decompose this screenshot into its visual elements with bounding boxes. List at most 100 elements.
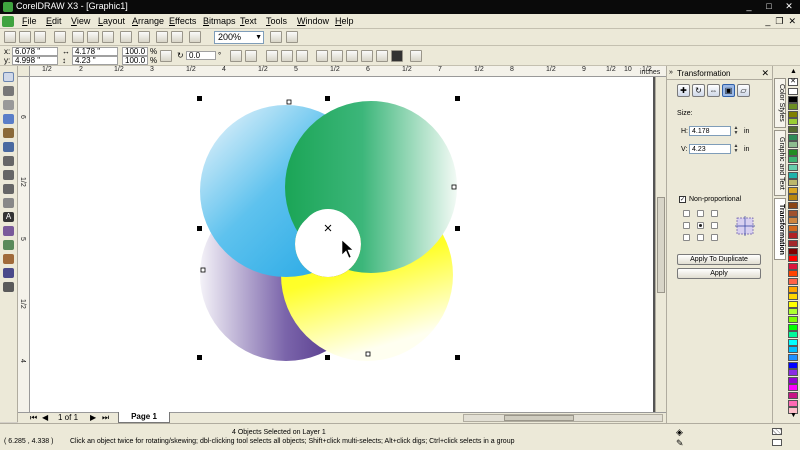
ruler-origin[interactable] [18,66,30,77]
outline-tool-icon[interactable] [3,254,14,264]
menu-tools[interactable]: Tools [266,16,287,26]
menu-window[interactable]: Window [297,16,329,26]
size-h-stepper[interactable]: ▲ ▼ [732,126,740,136]
menu-text[interactable]: Text [240,16,257,26]
selection-handle[interactable] [455,226,460,231]
horizontal-ruler[interactable]: 1/2 2 1/2 3 1/2 4 1/2 5 1/2 6 1/2 7 1/2 … [30,66,666,77]
fill-swatch[interactable] [772,428,782,435]
anchor-middle-left[interactable] [683,222,690,229]
color-swatch[interactable] [788,392,798,399]
interactive-fill-tool-icon[interactable] [3,282,14,292]
fill-tool-icon[interactable] [3,268,14,278]
vertical-scrollbar[interactable] [655,77,666,412]
ungroup-icon[interactable] [281,50,293,62]
mirror-vertical-icon[interactable] [245,50,257,62]
pick-tool-icon[interactable] [3,72,14,82]
color-swatch[interactable] [788,323,798,331]
color-swatch[interactable] [788,331,798,339]
import-icon[interactable] [156,31,168,43]
next-page-button[interactable]: ▶ [90,413,96,422]
zoom-level-select[interactable]: 200% ▼ [214,31,264,44]
color-swatch[interactable] [788,118,798,126]
app-launcher-icon[interactable] [189,31,201,43]
group-icon[interactable] [266,50,278,62]
color-swatch[interactable] [788,186,798,194]
rotation-field[interactable]: 0.0 [186,51,216,60]
selection-handle[interactable] [325,355,330,360]
anchor-center[interactable] [697,222,704,229]
color-swatch[interactable] [788,126,798,133]
mirror-horizontal-icon[interactable] [230,50,242,62]
color-swatch[interactable] [788,399,798,407]
palette-scroll-down-icon[interactable]: ▼ [790,412,797,419]
trim-icon[interactable] [346,50,358,62]
no-fill-swatch[interactable]: ✕ [788,78,798,86]
ungroup-all-icon[interactable] [296,50,308,62]
apply-button[interactable]: Apply [677,268,761,279]
menu-effects[interactable]: Effects [169,16,196,26]
anchor-bottom-right[interactable] [711,234,718,241]
selection-handle[interactable] [197,226,202,231]
anchor-bottom-center[interactable] [697,234,704,241]
menu-help[interactable]: Help [335,16,354,26]
color-swatch[interactable] [788,338,798,346]
doc-restore-button[interactable]: ❐ [775,16,783,27]
fill-indicator-icon[interactable]: ◈ [676,427,683,438]
scale-x-field[interactable]: 100.0 [122,47,148,56]
anchor-bottom-left[interactable] [683,234,690,241]
y-position-field[interactable]: 4.998 " [12,56,58,65]
selection-handle[interactable] [325,96,330,101]
color-swatch[interactable] [788,247,798,255]
options-icon[interactable] [286,31,298,43]
color-swatch[interactable] [788,369,798,377]
color-swatch[interactable] [788,232,798,240]
color-swatch[interactable] [788,300,798,308]
color-swatch[interactable] [788,202,798,209]
position-tab-icon[interactable]: ✚ [677,84,690,97]
print-icon[interactable] [54,31,66,43]
color-swatch[interactable] [788,156,798,164]
size-v-input[interactable]: 4.23 [689,144,731,154]
crop-tool-icon[interactable] [3,100,14,110]
new-icon[interactable] [4,31,16,43]
menu-edit[interactable]: Edit [46,16,62,26]
eyedropper-tool-icon[interactable] [3,240,14,250]
color-swatch[interactable] [788,346,798,354]
horizontal-scrollbar[interactable] [463,414,663,422]
snap-to-icon[interactable] [270,31,282,43]
maximize-button[interactable]: □ [762,1,776,12]
vertical-ruler[interactable]: 6 1/2 5 1/2 4 [18,77,30,412]
menu-view[interactable]: View [71,16,90,26]
menu-arrange[interactable]: Arrange [132,16,164,26]
skew-tab-icon[interactable]: ▱ [737,84,750,97]
minimize-button[interactable]: _ [742,1,756,12]
outline-indicator-icon[interactable]: ✎ [676,438,684,449]
zoom-tool-icon[interactable] [3,114,14,124]
horizontal-scroll-thumb[interactable] [504,415,574,421]
tab-color-styles[interactable]: Color Styles [774,78,786,128]
undo-icon[interactable] [120,31,132,43]
color-swatch[interactable] [788,209,798,217]
color-swatch[interactable] [788,354,798,361]
doc-close-button[interactable]: ✕ [788,16,796,27]
outline-swatch[interactable] [772,439,782,446]
drawing-canvas[interactable] [30,77,655,412]
polygon-tool-icon[interactable] [3,184,14,194]
size-tab-icon[interactable]: ▣ [722,84,735,97]
menu-file[interactable]: File [22,16,37,26]
docker-collapse-icon[interactable]: » [669,69,673,76]
anchor-top-left[interactable] [683,210,690,217]
color-swatch[interactable] [788,95,798,103]
color-swatch[interactable] [788,293,798,301]
first-page-button[interactable]: ⏮ [30,413,37,423]
color-swatch[interactable] [788,141,798,149]
redo-icon[interactable] [138,31,150,43]
weld-icon[interactable] [331,50,343,62]
text-tool-icon[interactable]: A [3,212,14,222]
rotate-tab-icon[interactable]: ↻ [692,84,705,97]
color-swatch[interactable] [788,88,798,95]
export-icon[interactable] [171,31,183,43]
color-swatch[interactable] [788,103,798,111]
color-swatch[interactable] [788,285,798,293]
simplify-icon[interactable] [376,50,388,62]
